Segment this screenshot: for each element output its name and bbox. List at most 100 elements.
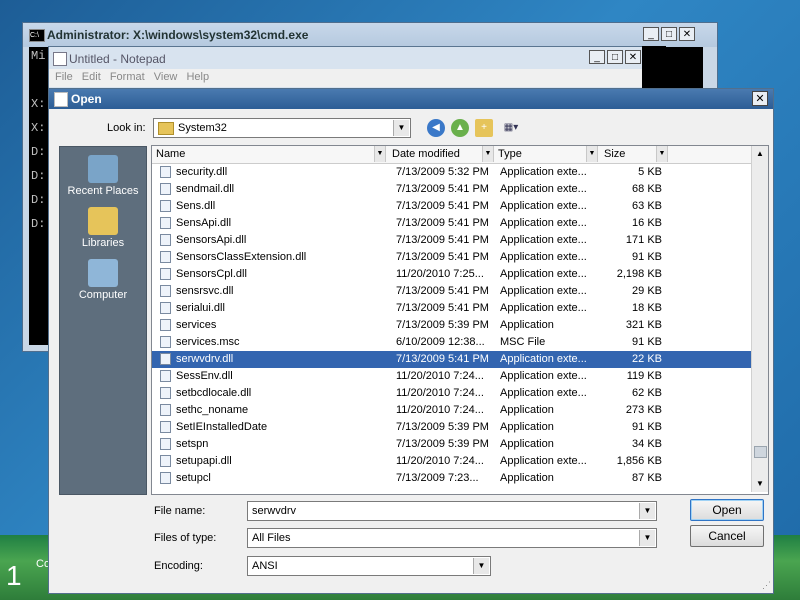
column-type[interactable]: Type	[498, 148, 522, 160]
file-row[interactable]: SensApi.dll 7/13/2009 5:41 PM Application …	[152, 215, 752, 232]
file-row[interactable]: services 7/13/2009 5:39 PM Application 321 …	[152, 317, 752, 334]
file-row[interactable]: SensorsClassExtension.dll 7/13/2009 5:41 …	[152, 249, 752, 266]
file-name-cell: SensorsClassExtension.dll	[176, 251, 307, 263]
file-icon	[160, 234, 171, 246]
maximize-button[interactable]: □	[661, 27, 677, 41]
file-row[interactable]: security.dll 7/13/2009 5:32 PM Application…	[152, 164, 752, 181]
column-size[interactable]: Size	[604, 148, 625, 160]
chevron-down-icon[interactable]: ▼	[639, 530, 655, 546]
notepad-icon	[54, 92, 68, 107]
file-row[interactable]: SensorsCpl.dll 11/20/2010 7:25... Applicat…	[152, 266, 752, 283]
minimize-button[interactable]: _	[643, 27, 659, 41]
chevron-down-icon[interactable]: ▼	[482, 146, 494, 162]
console-line: D:	[31, 145, 46, 159]
file-date-cell: 7/13/2009 5:41 PM	[396, 234, 489, 246]
place-libraries[interactable]: Libraries	[60, 207, 146, 249]
file-row[interactable]: serialui.dll 7/13/2009 5:41 PM Application…	[152, 300, 752, 317]
file-row[interactable]: sendmail.dll 7/13/2009 5:41 PM Application…	[152, 181, 752, 198]
console-line: X:	[31, 97, 46, 111]
look-in-value: System32	[178, 122, 227, 134]
file-type-cell: Application	[500, 438, 554, 450]
file-row[interactable]: SessEnv.dll 11/20/2010 7:24... Application…	[152, 368, 752, 385]
file-date-cell: 7/13/2009 5:41 PM	[396, 183, 489, 195]
notepad-minimize-button[interactable]: _	[589, 50, 605, 64]
file-name-value: serwvdrv	[252, 505, 297, 517]
place-computer[interactable]: Computer	[60, 259, 146, 301]
back-icon[interactable]: ◀	[427, 119, 445, 137]
open-button[interactable]: Open	[690, 499, 764, 521]
cmd-titlebar[interactable]: C:\ Administrator: X:\windows\system32\c…	[23, 23, 717, 47]
file-row[interactable]: setspn 7/13/2009 5:39 PM Application 34 KB	[152, 436, 752, 453]
dialog-close-button[interactable]: ✕	[752, 91, 768, 106]
file-type-cell: Application exte...	[500, 387, 587, 399]
up-folder-icon[interactable]: ▲	[451, 119, 469, 137]
files-of-type-select[interactable]: All Files ▼	[247, 528, 657, 548]
column-name[interactable]: Name	[156, 148, 185, 160]
file-date-cell: 7/13/2009 5:41 PM	[396, 285, 489, 297]
close-button[interactable]: ✕	[679, 27, 695, 41]
encoding-select[interactable]: ANSI ▼	[247, 556, 491, 576]
view-menu-icon[interactable]: ▦▾	[499, 119, 523, 137]
look-in-dropdown[interactable]: System32 ▼	[153, 118, 411, 138]
file-size-cell: 119 KB	[626, 370, 662, 382]
encoding-label: Encoding:	[154, 560, 203, 572]
scroll-thumb[interactable]	[754, 446, 767, 458]
file-row[interactable]: serwvdrv.dll 7/13/2009 5:41 PM Application…	[152, 351, 752, 368]
vertical-scrollbar[interactable]: ▲ ▼	[751, 146, 768, 492]
file-size-cell: 63 KB	[632, 200, 662, 212]
menu-format[interactable]: Format	[110, 71, 145, 83]
file-list-header: Name ▼ Date modified ▼ Type ▼ Size ▼	[152, 146, 752, 164]
file-row[interactable]: setupcl 7/13/2009 7:23... Application 87 KB	[152, 470, 752, 487]
file-size-cell: 1,856 KB	[616, 455, 662, 467]
file-name-input[interactable]: serwvdrv ▼	[247, 501, 657, 521]
menu-edit[interactable]: Edit	[82, 71, 101, 83]
file-name-cell: SensorsApi.dll	[176, 234, 247, 246]
cmd-title: Administrator: X:\windows\system32\cmd.e…	[47, 28, 309, 42]
file-list[interactable]: Name ▼ Date modified ▼ Type ▼ Size ▼ sec…	[151, 145, 769, 495]
column-date-modified[interactable]: Date modified	[392, 148, 460, 160]
file-row[interactable]: SensorsApi.dll 7/13/2009 5:41 PM Applicati…	[152, 232, 752, 249]
notepad-close-button[interactable]: ✕	[625, 50, 641, 64]
recent-places-icon	[88, 155, 118, 183]
resize-grip-icon[interactable]: ⋰	[762, 580, 771, 591]
new-folder-icon[interactable]: +	[475, 119, 493, 137]
chevron-down-icon[interactable]: ▼	[393, 120, 409, 136]
place-label: Computer	[78, 289, 128, 301]
file-row[interactable]: setbcdlocale.dll 11/20/2010 7:24... Applic…	[152, 385, 752, 402]
file-size-cell: 18 KB	[632, 302, 662, 314]
chevron-down-icon[interactable]: ▼	[473, 558, 489, 574]
places-bar: Recent Places Libraries Computer	[59, 146, 147, 495]
chevron-down-icon[interactable]: ▼	[656, 146, 668, 162]
file-icon	[160, 387, 171, 399]
file-type-cell: Application exte...	[500, 370, 587, 382]
chevron-down-icon[interactable]: ▼	[586, 146, 598, 162]
file-name-cell: sethc_noname	[176, 404, 249, 416]
open-dialog[interactable]: Open ✕ Look in: System32 ▼ ◀ ▲ + ▦▾ Rece…	[48, 88, 774, 594]
place-recent[interactable]: Recent Places	[60, 155, 146, 197]
file-name-cell: sendmail.dll	[176, 183, 235, 195]
file-type-cell: Application exte...	[500, 353, 587, 365]
open-dialog-titlebar[interactable]: Open ✕	[49, 89, 773, 109]
scroll-down-icon[interactable]: ▼	[753, 476, 767, 492]
file-name-cell: sensrsvc.dll	[176, 285, 234, 297]
file-row[interactable]: Sens.dll 7/13/2009 5:41 PM Application ext…	[152, 198, 752, 215]
scroll-up-icon[interactable]: ▲	[753, 146, 767, 162]
file-size-cell: 91 KB	[632, 421, 662, 433]
menu-view[interactable]: View	[154, 71, 178, 83]
cancel-button[interactable]: Cancel	[690, 525, 764, 547]
computer-icon	[88, 259, 118, 287]
file-row[interactable]: sensrsvc.dll 7/13/2009 5:41 PM Application…	[152, 283, 752, 300]
file-row[interactable]: SetIEInstalledDate 7/13/2009 5:39 PM Appli…	[152, 419, 752, 436]
file-date-cell: 7/13/2009 5:32 PM	[396, 166, 489, 178]
chevron-down-icon[interactable]: ▼	[374, 146, 386, 162]
file-size-cell: 22 KB	[632, 353, 662, 365]
chevron-down-icon[interactable]: ▼	[639, 503, 655, 519]
file-row[interactable]: services.msc 6/10/2009 12:38... MSC File 91…	[152, 334, 752, 351]
menu-file[interactable]: File	[55, 71, 73, 83]
file-size-cell: 29 KB	[632, 285, 662, 297]
file-row[interactable]: setupapi.dll 11/20/2010 7:24... Applicatio…	[152, 453, 752, 470]
menu-help[interactable]: Help	[186, 71, 209, 83]
notepad-maximize-button[interactable]: □	[607, 50, 623, 64]
file-icon	[160, 285, 171, 297]
file-row[interactable]: sethc_noname 11/20/2010 7:24... Applicatio…	[152, 402, 752, 419]
